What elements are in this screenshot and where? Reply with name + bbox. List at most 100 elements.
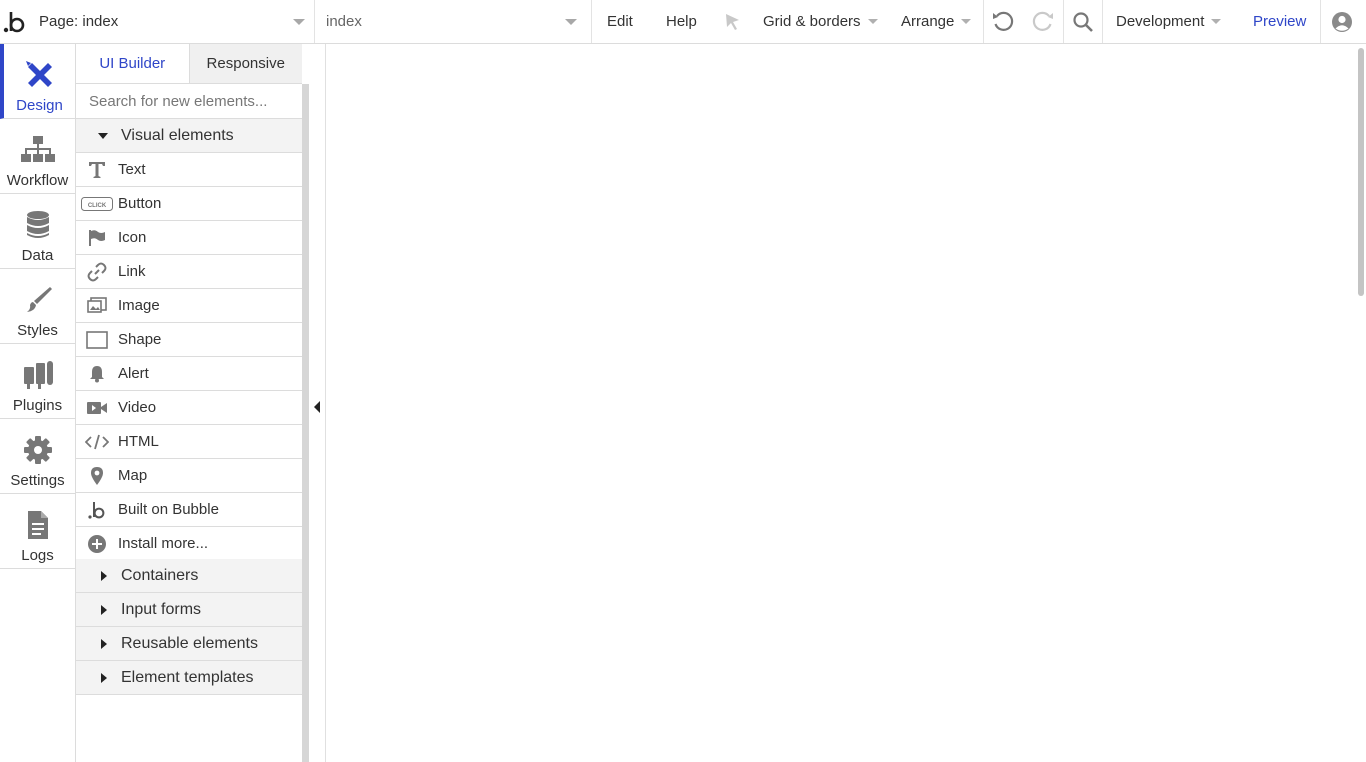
nav-design-label: Design — [16, 97, 63, 114]
palette-item-install-more[interactable]: Install more... — [76, 527, 302, 561]
nav-design[interactable]: Design — [0, 44, 75, 119]
nav-styles[interactable]: Styles — [0, 269, 75, 344]
palette-item-label: Image — [118, 297, 160, 314]
palette-item-video[interactable]: Video — [76, 391, 302, 425]
element-selector[interactable]: index — [316, 0, 592, 43]
palette-item-shape[interactable]: Shape — [76, 323, 302, 357]
nav-logs-label: Logs — [21, 547, 54, 564]
palette-scrollbar[interactable] — [302, 84, 309, 762]
arrange-label: Arrange — [901, 13, 955, 30]
design-canvas[interactable] — [327, 44, 1356, 762]
help-menu[interactable]: Help — [666, 0, 697, 43]
preview-button[interactable]: Preview — [1253, 0, 1306, 43]
nav-styles-label: Styles — [17, 322, 58, 339]
category-reusable-elements[interactable]: Reusable elements — [76, 627, 302, 661]
palette-item-label: Button — [118, 195, 162, 212]
bell-icon — [76, 365, 118, 383]
tab-ui-builder[interactable]: UI Builder — [76, 44, 189, 83]
button-icon-text: CLICK — [88, 203, 107, 209]
element-search — [76, 85, 302, 119]
category-label: Visual elements — [121, 126, 234, 144]
redo-icon[interactable] — [1030, 0, 1056, 43]
nav-data-label: Data — [21, 247, 54, 264]
palette-item-icon[interactable]: Icon — [76, 221, 302, 255]
caret-right-icon — [101, 672, 107, 683]
palette-item-button[interactable]: CLICK Button — [76, 187, 302, 221]
database-icon — [26, 207, 50, 243]
chevron-down-icon — [1211, 19, 1222, 24]
plugin-icon — [22, 357, 54, 393]
brush-icon — [23, 282, 53, 318]
palette-item-image[interactable]: Image — [76, 289, 302, 323]
environment-menu[interactable]: Development — [1116, 0, 1222, 43]
edit-menu[interactable]: Edit — [607, 0, 633, 43]
palette-item-label: Link — [118, 263, 146, 280]
nav-settings-label: Settings — [10, 472, 65, 489]
canvas-scrollbar[interactable] — [1358, 48, 1364, 296]
left-navigation: Design Workflow Data Styles Plugins Sett… — [0, 44, 76, 762]
nav-plugins[interactable]: Plugins — [0, 344, 75, 419]
palette-item-link[interactable]: Link — [76, 255, 302, 289]
palette-item-label: Icon — [118, 229, 147, 246]
palette-item-built-on-bubble[interactable]: Built on Bubble — [76, 493, 302, 527]
divider — [983, 0, 984, 43]
divider — [1063, 0, 1064, 43]
video-icon — [76, 400, 118, 416]
grid-borders-menu[interactable]: Grid & borders — [763, 0, 878, 43]
search-icon[interactable] — [1072, 0, 1094, 43]
category-element-templates[interactable]: Element templates — [76, 661, 302, 695]
caret-right-icon — [101, 638, 107, 649]
tab-responsive[interactable]: Responsive — [188, 44, 302, 83]
category-label: Reusable elements — [121, 634, 258, 652]
category-containers[interactable]: Containers — [76, 559, 302, 593]
collapse-panel-handle[interactable] — [309, 44, 326, 762]
page-selector[interactable]: Page: index — [30, 0, 315, 43]
palette-item-label: Built on Bubble — [118, 501, 219, 518]
caret-right-icon — [101, 604, 107, 615]
cursor-icon[interactable] — [723, 0, 743, 43]
nav-plugins-label: Plugins — [12, 397, 63, 414]
image-icon — [76, 296, 118, 315]
top-toolbar: Page: index index Edit Help Grid & borde… — [0, 0, 1366, 44]
flag-icon — [76, 229, 118, 247]
plus-circle-icon — [76, 534, 118, 554]
chevron-down-icon — [961, 19, 972, 24]
map-pin-icon — [76, 466, 118, 486]
palette-item-map[interactable]: Map — [76, 459, 302, 493]
workflow-icon — [20, 132, 55, 168]
category-label: Containers — [121, 566, 199, 584]
palette-item-label: Video — [118, 399, 157, 416]
palette-item-label: Text — [118, 161, 146, 178]
nav-data[interactable]: Data — [0, 194, 75, 269]
palette-item-label: Install more... — [118, 535, 209, 552]
grid-borders-label: Grid & borders — [763, 13, 861, 30]
nav-workflow-label: Workflow — [6, 172, 69, 189]
palette-item-text[interactable]: Text — [76, 153, 302, 187]
user-avatar-icon[interactable] — [1331, 0, 1353, 43]
element-selector-label: index — [326, 13, 362, 30]
arrange-menu[interactable]: Arrange — [901, 0, 972, 43]
palette-item-label: Alert — [118, 365, 149, 382]
palette-tabs: UI Builder Responsive — [76, 44, 302, 84]
element-palette: UI Builder Responsive Visual elements Te… — [76, 44, 302, 762]
category-input-forms[interactable]: Input forms — [76, 593, 302, 627]
caret-down-icon — [98, 132, 108, 139]
palette-item-label: Shape — [118, 331, 162, 348]
category-label: Element templates — [121, 668, 254, 686]
text-icon — [76, 161, 118, 179]
nav-logs[interactable]: Logs — [0, 494, 75, 569]
bubble-icon — [76, 500, 118, 520]
undo-icon[interactable] — [990, 0, 1016, 43]
button-icon: CLICK — [76, 196, 118, 211]
nav-workflow[interactable]: Workflow — [0, 119, 75, 194]
category-visual-elements[interactable]: Visual elements — [76, 119, 302, 153]
nav-settings[interactable]: Settings — [0, 419, 75, 494]
palette-item-html[interactable]: HTML — [76, 425, 302, 459]
divider — [1102, 0, 1103, 43]
environment-label: Development — [1116, 13, 1205, 30]
category-label: Input forms — [121, 600, 202, 618]
element-search-input[interactable] — [89, 93, 289, 110]
document-icon — [26, 507, 50, 543]
bubble-logo-icon[interactable] — [0, 0, 30, 43]
palette-item-alert[interactable]: Alert — [76, 357, 302, 391]
